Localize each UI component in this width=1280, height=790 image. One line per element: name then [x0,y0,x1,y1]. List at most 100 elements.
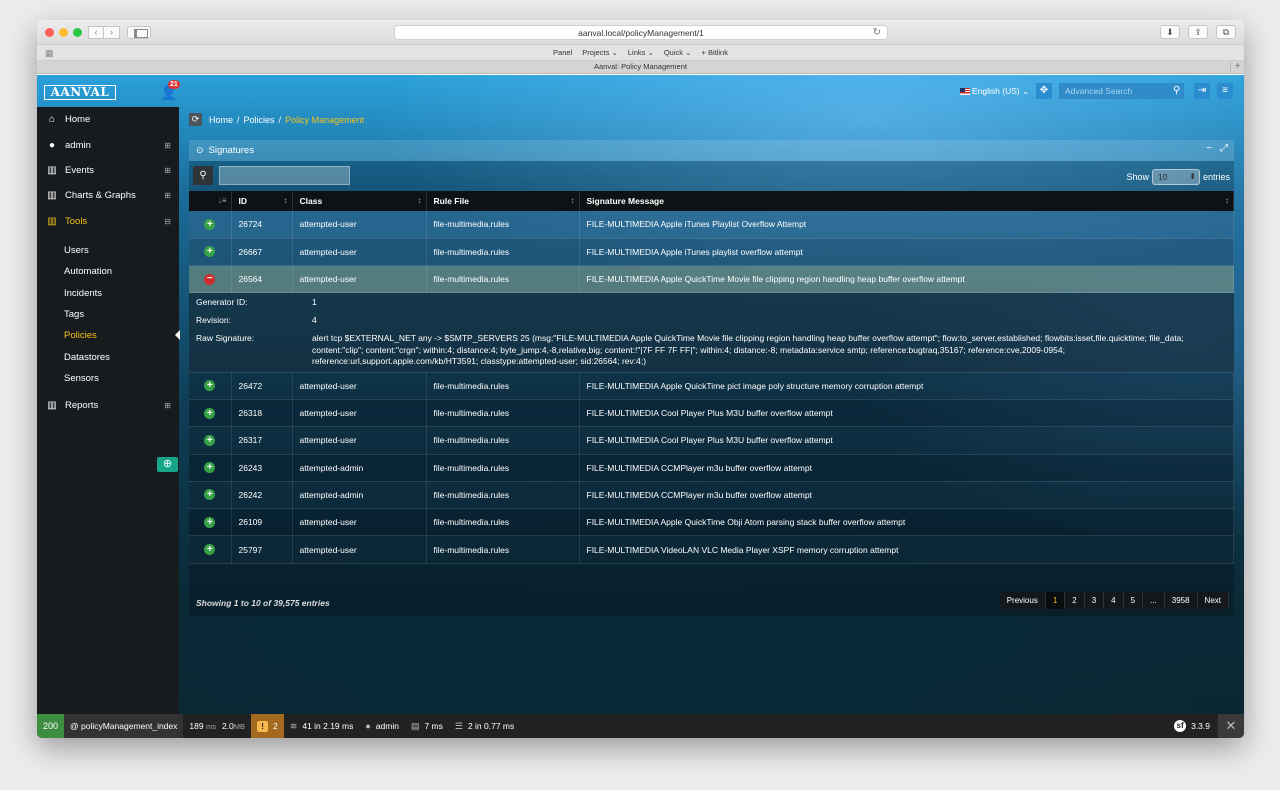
table-row[interactable]: + 26242 attempted-admin file-multimedia.… [189,481,1234,510]
column-header-class[interactable]: Class ↕ [292,191,427,211]
page-next[interactable]: Next [1197,592,1229,609]
expand-icon[interactable]: ⊞ [164,191,171,200]
bookmark-bitlink[interactable]: + Bitlink [701,48,727,57]
refresh-icon[interactable]: ⟳ [189,113,202,126]
expand-row-icon[interactable]: + [204,380,216,392]
sidebar-sub-incidents[interactable]: Incidents [37,283,179,304]
maximize-window-button[interactable] [73,28,82,37]
sidebar-sub-datastores[interactable]: Datastores [37,346,179,367]
bookmark-quick[interactable]: Quick ⌄ [664,48,692,57]
sidebar-item-reports[interactable]: ▥ Reports ⊞ [37,393,179,418]
reload-icon[interactable]: ↻ [873,26,881,40]
search-icon[interactable]: ⚲ [1173,83,1180,99]
table-row[interactable]: + 26109 attempted-user file-multimedia.r… [189,508,1234,537]
column-header-message[interactable]: Signature Message ↕ [579,191,1234,211]
expand-row-icon[interactable]: + [204,489,216,501]
page-length-select[interactable]: 10 [1151,169,1200,185]
cache-calls[interactable]: ☰ 2 in 0.77 ms [449,714,520,738]
page-last[interactable]: 3958 [1164,592,1198,609]
sidebar-item-admin[interactable]: ● admin ⊞ [37,132,179,157]
table-row[interactable]: + 26472 attempted-user file-multimedia.r… [189,372,1234,400]
sidebar-item-tools[interactable]: ▥ Tools ⊟ [37,209,179,234]
bookmark-links[interactable]: Links ⌄ [628,48,654,57]
advanced-search-input[interactable]: Advanced Search [1059,83,1184,99]
table-search-input[interactable] [219,166,350,185]
collapse-icon[interactable]: ⊟ [164,217,171,226]
sidebar-sub-policies[interactable]: Policies [37,325,180,346]
download-icon[interactable]: ⬇ [1160,25,1180,39]
expand-row-icon[interactable]: + [204,407,216,419]
logo[interactable]: AANVAL [44,85,116,100]
share-icon[interactable]: ⇪ [1188,25,1208,39]
expand-row-icon[interactable]: + [204,516,216,528]
breadcrumb-home[interactable]: Home [209,115,233,125]
sidebar-sub-users[interactable]: Users [37,240,179,261]
sidebar-item-events[interactable]: ▥ Events ⊞ [37,158,179,183]
request-time[interactable]: 189 ms [183,714,222,738]
fullscreen-icon[interactable]: ✥ [1036,83,1052,99]
search-icon[interactable]: ⚲ [193,166,213,185]
sidebar-sub-automation[interactable]: Automation [37,261,179,282]
expand-row-icon[interactable]: + [204,434,216,446]
expand-row-icon[interactable]: + [204,218,216,230]
page-previous[interactable]: Previous [999,592,1046,609]
memory-usage[interactable]: 2.0MB [222,714,251,738]
table-row[interactable]: + 26724 attempted-user file-multimedia.r… [189,211,1234,239]
minimize-icon[interactable]: − [1206,143,1212,154]
tab-title[interactable]: Aanval: Policy Management [594,62,687,71]
cell-id: 25797 [231,535,293,564]
back-button[interactable]: ‹ [88,26,104,39]
table-row-expanded[interactable]: − 26564 attempted-user file-multimedia.r… [189,265,1234,294]
column-header-rule-file[interactable]: Rule File ↕ [426,191,580,211]
sidebar-add-button[interactable]: ⊕ [157,457,178,472]
expand-icon[interactable]: ⊞ [164,166,171,175]
expand-row-icon[interactable]: + [204,462,216,474]
expand-icon[interactable]: ⊞ [164,401,171,410]
route-name[interactable]: @ policyManagement_index [64,714,184,738]
table-row[interactable]: + 25797 attempted-user file-multimedia.r… [189,535,1234,564]
chart-icon: ▥ [47,190,57,202]
grid-icon[interactable]: ▦ [45,46,53,61]
close-icon[interactable]: ✕ [1218,714,1244,738]
page-5[interactable]: 5 [1123,592,1144,609]
warnings[interactable]: ! 2 [251,714,284,738]
page-4[interactable]: 4 [1104,592,1124,609]
bookmark-panel[interactable]: Panel [553,48,572,57]
column-header-control[interactable]: ↓≡ [189,191,232,211]
status-code[interactable]: 200 [37,714,64,738]
table-row[interactable]: + 26667 attempted-user file-multimedia.r… [189,238,1234,267]
page-3[interactable]: 3 [1084,592,1105,609]
sidebar-toggle-button[interactable] [127,26,151,39]
table-row[interactable]: + 26243 attempted-admin file-multimedia.… [189,454,1234,482]
table-row[interactable]: + 26318 attempted-user file-multimedia.r… [189,399,1234,428]
collapse-row-icon[interactable]: − [204,274,216,286]
address-bar[interactable]: aanval.local/policyManagement/1 ↻ [394,25,888,40]
close-window-button[interactable] [45,28,54,37]
bookmark-projects[interactable]: Projects ⌄ [582,48,617,57]
forward-button[interactable]: › [104,26,120,39]
new-tab-icon[interactable]: + [1230,61,1244,74]
version[interactable]: 3.3.9 [1191,721,1210,731]
page-1[interactable]: 1 [1045,592,1066,609]
tabs-icon[interactable]: ⧉ [1216,25,1236,39]
logout-icon[interactable]: ⇥ [1194,83,1210,99]
sidebar-sub-tags[interactable]: Tags [37,304,179,325]
sidebar-item-charts[interactable]: ▥ Charts & Graphs ⊞ [37,183,179,208]
expand-icon[interactable]: ⊞ [164,141,171,150]
signatures-table: ↓≡ ID ↕ Class ↕ Rule File ↕ Signature Messa… [189,191,1234,564]
minimize-window-button[interactable] [59,28,68,37]
table-row[interactable]: + 26317 attempted-user file-multimedia.r… [189,426,1234,455]
expand-row-icon[interactable]: + [204,246,216,258]
security-user[interactable]: ● admin [359,714,405,738]
column-header-id[interactable]: ID ↕ [231,191,293,211]
expand-row-icon[interactable]: + [204,544,216,556]
expand-icon[interactable]: ⤢ [1220,143,1228,154]
breadcrumb-policies[interactable]: Policies [244,115,275,125]
render-time[interactable]: ▤ 7 ms [405,714,449,738]
menu-icon[interactable]: ≡ [1217,83,1233,99]
sidebar-sub-sensors[interactable]: Sensors [37,368,179,389]
language-select[interactable]: English (US) ⌄ [960,86,1029,97]
sidebar-item-home[interactable]: ⌂ Home [37,107,179,132]
page-2[interactable]: 2 [1065,592,1085,609]
db-queries[interactable]: ≋ 41 in 2.19 ms [284,714,360,738]
